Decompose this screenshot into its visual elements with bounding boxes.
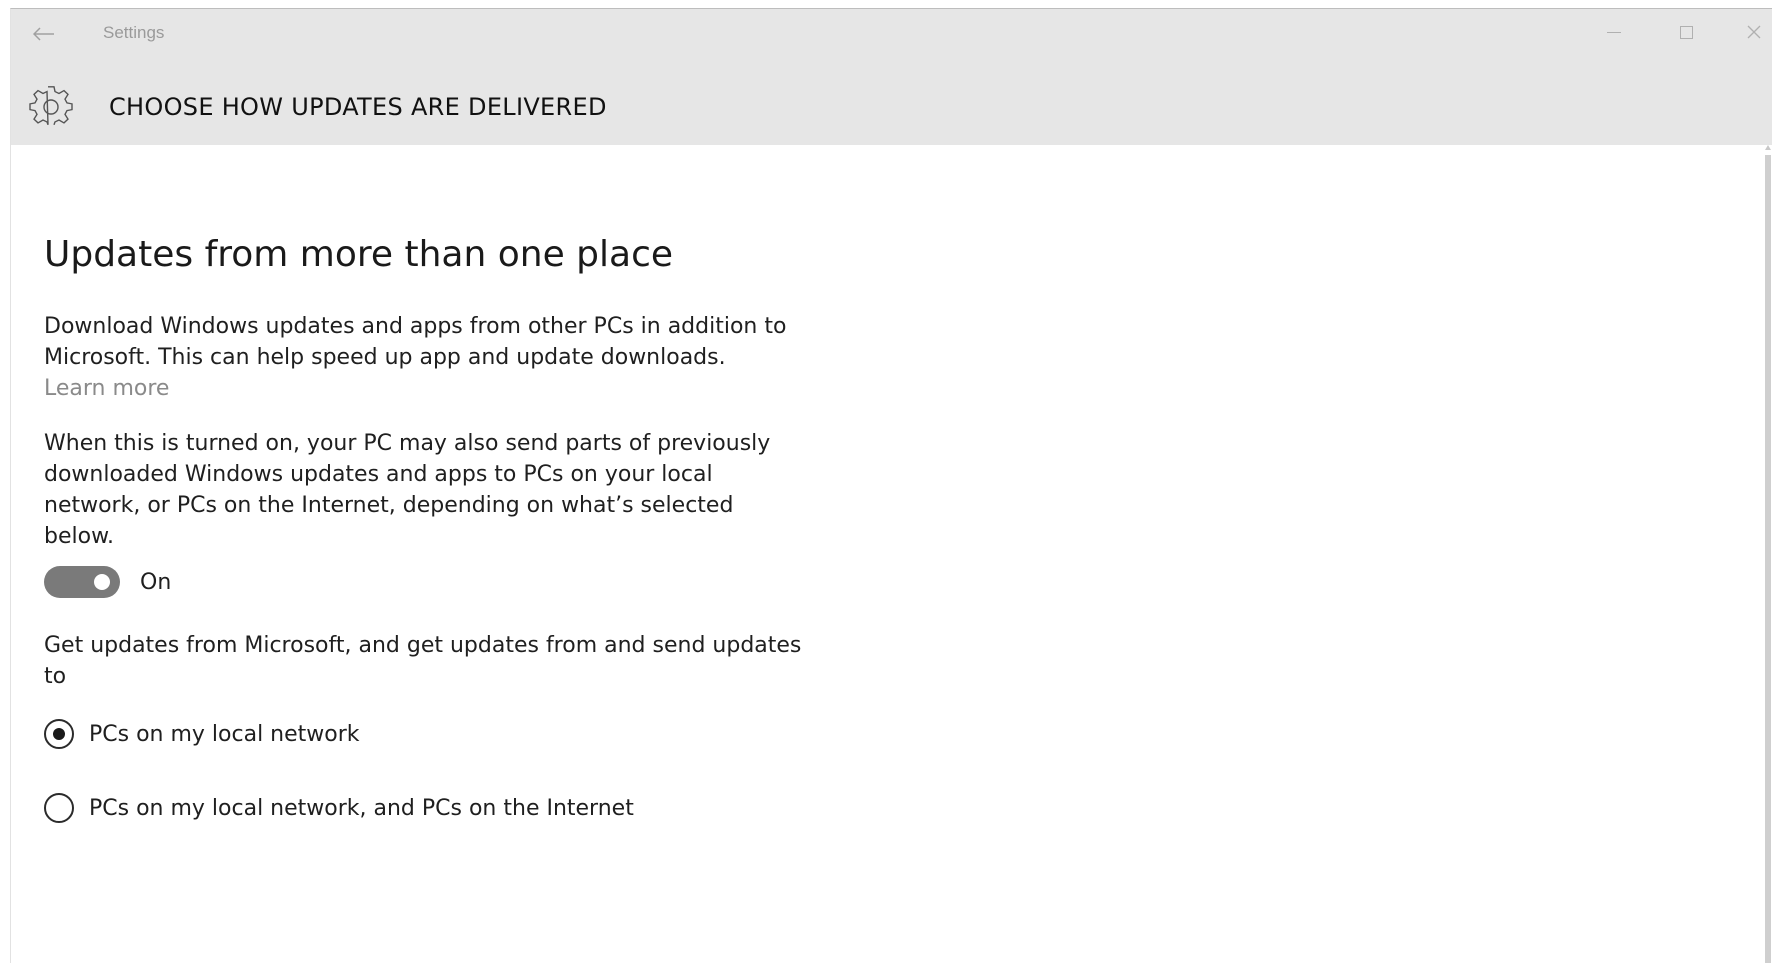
section-description: Download Windows updates and apps from o…: [44, 314, 787, 370]
options-intro: Get updates from Microsoft, and get upda…: [44, 633, 802, 689]
maximize-icon: [1679, 25, 1693, 39]
learn-more-link[interactable]: Learn more: [44, 373, 804, 404]
title-bar: Settings CHOOSE HOW UPDATES ARE DELIVERE…: [11, 9, 1772, 145]
back-arrow-icon: [33, 27, 54, 41]
scrollbar[interactable]: [1764, 145, 1772, 963]
maximize-button[interactable]: [1663, 17, 1709, 47]
section-details: When this is turned on, your PC may also…: [44, 431, 771, 549]
settings-window: Settings CHOOSE HOW UPDATES ARE DELIVERE…: [10, 8, 1772, 963]
app-title: Settings: [103, 23, 165, 42]
toggle-state-label: On: [140, 569, 172, 595]
toggle-knob: [94, 574, 110, 590]
minimize-icon: [1607, 31, 1621, 33]
radio-button-local-network[interactable]: [44, 719, 74, 749]
scroll-thumb[interactable]: [1765, 155, 1771, 963]
section-title: Updates from more than one place: [44, 234, 674, 275]
radio-option-local-network[interactable]: PCs on my local network: [44, 714, 804, 754]
delivery-optimization-toggle[interactable]: [44, 566, 120, 598]
delivery-optimization-toggle-row: On: [44, 562, 804, 602]
page-header: CHOOSE HOW UPDATES ARE DELIVERED: [109, 93, 607, 121]
radio-option-local-and-internet[interactable]: PCs on my local network, and PCs on the …: [44, 788, 804, 828]
back-button[interactable]: [29, 21, 59, 47]
radio-label: PCs on my local network, and PCs on the …: [89, 795, 634, 821]
close-icon: [1747, 25, 1761, 39]
settings-content: Updates from more than one place Downloa…: [44, 229, 804, 862]
minimize-button[interactable]: [1591, 17, 1637, 47]
radio-label: PCs on my local network: [89, 721, 360, 747]
radio-button-local-and-internet[interactable]: [44, 793, 74, 823]
gear-icon: [29, 86, 73, 126]
close-button[interactable]: [1731, 17, 1772, 47]
scroll-up-icon[interactable]: [1765, 145, 1771, 150]
